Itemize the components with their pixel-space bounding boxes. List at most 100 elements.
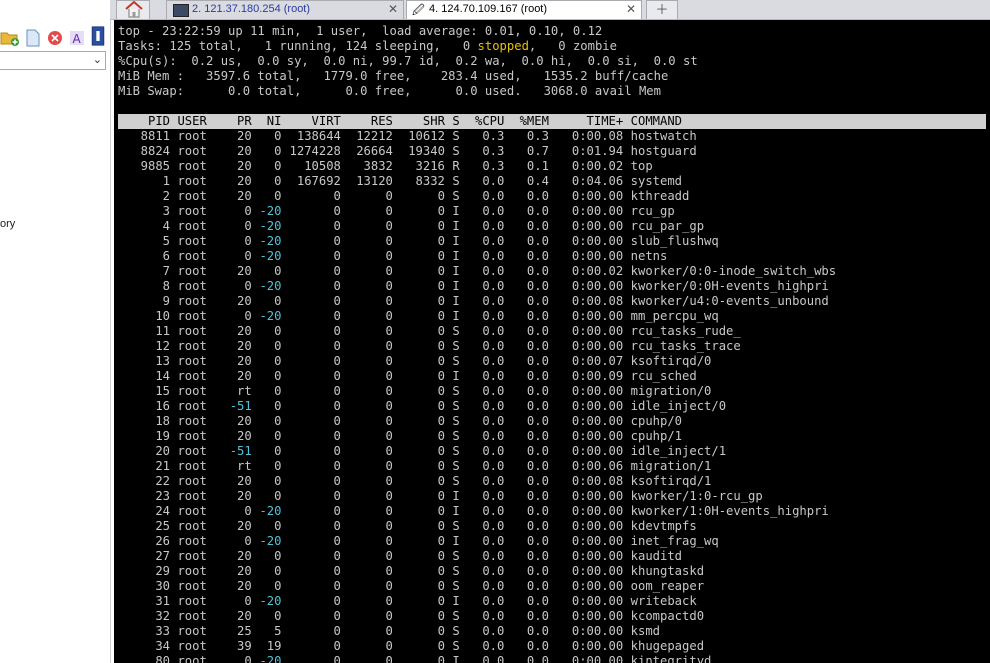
cell-pid: 8824 [140,144,170,158]
cell-pid: 13 [155,354,170,368]
cell-cpu: 0.3 [482,129,505,143]
cell-pid: 20 [155,444,170,458]
cell-pr: 0 [244,654,252,663]
cell-command: kworker/0:0H-events_highpri [630,279,829,293]
cell-cpu: 0.0 [482,219,505,233]
cell-shr: 0 [437,624,445,638]
cell-state: S [452,444,460,458]
cell-command: kworker/u4:0-events_unbound [630,294,829,308]
table-row: 6 root 0 -20 0 0 0 I 0.0 0.0 0:00.00 netns [118,249,986,264]
cell-shr: 0 [437,654,445,663]
cell-state: I [452,654,460,663]
cell-virt: 0 [333,369,341,383]
cell-command: rcu_tasks_rude_ [630,324,741,338]
cell-res: 0 [385,264,393,278]
cell-res: 0 [385,489,393,503]
cell-virt: 0 [333,339,341,353]
cell-shr: 0 [437,219,445,233]
cell-time: 0:00.00 [571,609,624,623]
cell-user: root [177,204,207,218]
cell-shr: 0 [437,399,445,413]
cell-user: root [177,279,207,293]
tab-session-2[interactable]: 2. 121.37.180.254 (root) ✕ [166,0,404,19]
cell-pr: 20 [237,519,252,533]
cell-pr: rt [237,459,252,473]
table-row: 26 root 0 -20 0 0 0 I 0.0 0.0 0:00.00 inet_frag_wq [118,534,986,549]
cell-ni: 0 [274,354,282,368]
cell-pid: 4 [162,219,170,233]
cell-cpu: 0.0 [482,444,505,458]
cell-ni: 0 [274,489,282,503]
cell-pid: 32 [155,609,170,623]
cell-shr: 0 [437,309,445,323]
home-tab[interactable] [116,0,150,19]
cell-user: root [177,129,207,143]
cell-mem: 0.0 [526,504,549,518]
terminal[interactable]: top - 23:22:59 up 11 min, 1 user, load a… [114,20,990,663]
cell-time: 0:00.00 [571,624,624,638]
cell-pid: 11 [155,324,170,338]
cell-ni: 0 [274,564,282,578]
cell-res: 0 [385,639,393,653]
cell-cpu: 0.3 [482,159,505,173]
close-tab-icon[interactable]: ✕ [626,1,636,18]
cell-pr: 0 [244,204,252,218]
cell-pid: 5 [162,234,170,248]
cell-time: 0:00.00 [571,534,624,548]
cell-cpu: 0.0 [482,204,505,218]
header-time: TIME+ [586,114,624,128]
cell-ni: 19 [266,639,282,653]
cell-ni: 0 [274,144,282,158]
cell-command: inet_frag_wq [630,534,719,548]
cell-cpu: 0.0 [482,309,505,323]
cell-user: root [177,429,207,443]
cell-pr: 0 [244,279,252,293]
cell-pid: 3 [162,204,170,218]
table-row: 11 root 20 0 0 0 0 S 0.0 0.0 0:00.00 rcu_tasks_rude… [118,324,986,339]
cell-shr: 0 [437,459,445,473]
cell-command: kintegrityd [630,654,712,663]
cell-res: 0 [385,564,393,578]
delete-icon[interactable] [46,28,64,48]
rename-icon[interactable]: A [68,28,86,48]
cell-ni: 0 [274,189,282,203]
cell-cpu: 0.0 [482,519,505,533]
cell-time: 0:00.00 [571,414,624,428]
cell-state: I [452,249,460,263]
cell-res: 0 [385,399,393,413]
cell-shr: 0 [437,234,445,248]
cell-pid: 7 [162,264,170,278]
cell-res: 0 [385,624,393,638]
header-cpu: %CPU [474,114,505,128]
cell-command: writeback [630,594,697,608]
cell-res: 0 [385,369,393,383]
new-tab-button[interactable]: ＋ [646,0,678,19]
cell-pr: 0 [244,249,252,263]
cell-virt: 0 [333,354,341,368]
new-folder-icon[interactable] [0,28,20,48]
cell-pid: 9885 [140,159,170,173]
path-dropdown[interactable]: ⌄ [0,51,106,70]
table-row: 21 root rt 0 0 0 0 S 0.0 0.0 0:00.06 migration/1 [118,459,986,474]
table-row: 8811 root 20 0 138644 12212 10612 S 0.3 0.3 0:00.0… [118,129,986,144]
cell-ni: 0 [274,264,282,278]
table-row: 16 root -51 0 0 0 0 S 0.0 0.0 0:00.00 idle_inject/0 [118,399,986,414]
cell-pr: 20 [237,324,252,338]
properties-icon[interactable] [90,26,106,46]
cell-shr: 0 [437,609,445,623]
cell-mem: 0.0 [526,474,549,488]
cell-ni: 0 [274,324,282,338]
tab-session-4[interactable]: 🖉 4. 124.70.109.167 (root) ✕ [406,0,642,19]
cell-ni: -20 [259,279,282,293]
cell-virt: 0 [333,489,341,503]
table-row: 33 root 25 5 0 0 0 S 0.0 0.0 0:00.00 ksmd [118,624,986,639]
table-row: 29 root 20 0 0 0 0 S 0.0 0.0 0:00.00 khungtaskd [118,564,986,579]
cell-pr: -51 [229,399,252,413]
cell-virt: 0 [333,609,341,623]
cell-user: root [177,474,207,488]
cell-cpu: 0.0 [482,504,505,518]
close-tab-icon[interactable]: ✕ [388,1,398,18]
cell-ni: 0 [274,609,282,623]
cell-virt: 0 [333,399,341,413]
new-file-icon[interactable] [24,28,42,48]
